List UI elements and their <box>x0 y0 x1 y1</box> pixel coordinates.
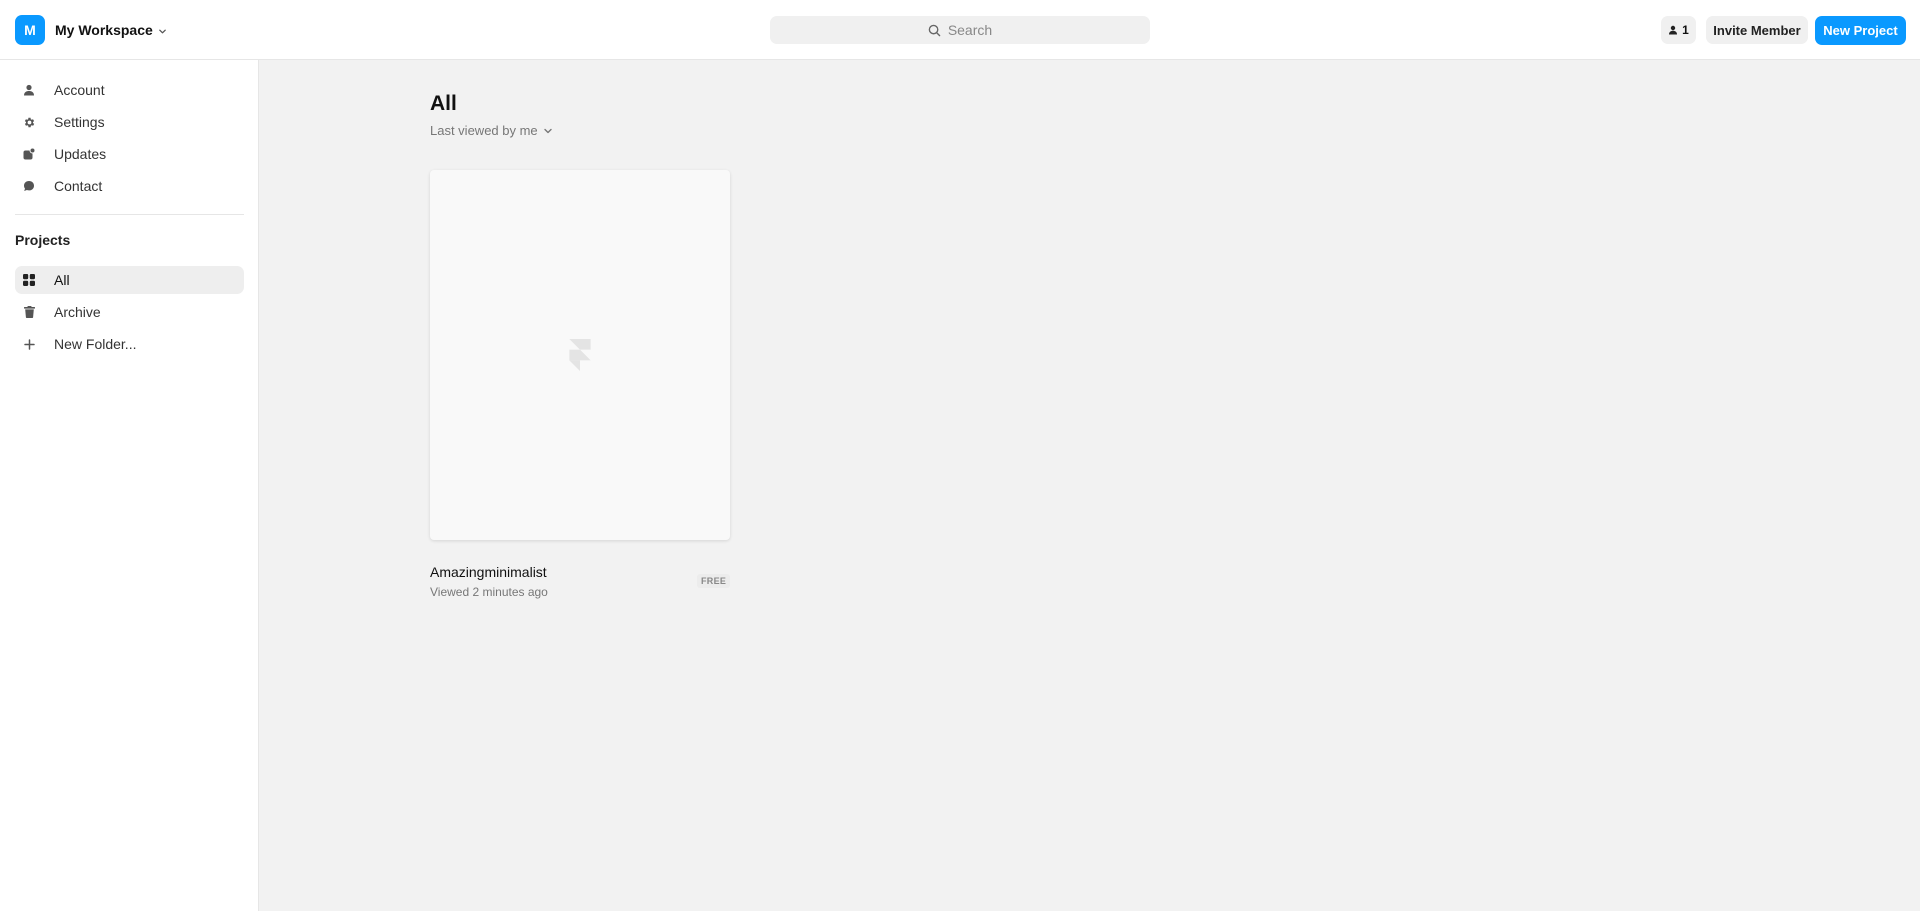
sidebar-item-updates[interactable]: Updates <box>15 140 244 168</box>
sidebar-item-settings[interactable]: Settings <box>15 108 244 136</box>
plus-icon <box>22 337 36 351</box>
member-count: 1 <box>1682 23 1689 37</box>
sidebar-item-label: Archive <box>54 304 101 320</box>
workspace-name: My Workspace <box>55 22 153 38</box>
chevron-down-icon <box>543 128 552 133</box>
search-icon <box>928 24 941 36</box>
projects-section-title: Projects <box>15 232 71 248</box>
updates-icon <box>22 147 36 161</box>
sidebar-item-contact[interactable]: Contact <box>15 172 244 200</box>
gear-icon <box>22 115 36 129</box>
sidebar-item-all[interactable]: All <box>15 266 244 294</box>
project-name[interactable]: Amazingminimalist <box>430 564 547 580</box>
new-project-button[interactable]: New Project <box>1815 16 1906 45</box>
sidebar-item-archive[interactable]: Archive <box>15 298 244 326</box>
search-input[interactable]: Search <box>770 16 1150 44</box>
sidebar-item-label: Updates <box>54 146 107 162</box>
invite-member-button[interactable]: Invite Member <box>1706 16 1808 44</box>
sidebar-item-label: All <box>54 272 70 288</box>
sort-dropdown[interactable]: Last viewed by me <box>430 123 553 138</box>
sidebar-divider <box>15 214 244 215</box>
project-card-thumbnail[interactable] <box>430 170 730 540</box>
workspace-avatar[interactable]: M <box>15 15 45 45</box>
chat-bubble-icon <box>22 179 36 193</box>
user-icon <box>1669 25 1678 35</box>
search-placeholder: Search <box>947 22 993 38</box>
trash-icon <box>22 305 36 319</box>
sidebar-item-label: Account <box>54 82 105 98</box>
framer-logo-icon <box>569 339 591 371</box>
sidebar-item-new-folder[interactable]: New Folder... <box>15 330 244 358</box>
sidebar-item-label: New Folder... <box>54 336 137 352</box>
sidebar-item-label: Contact <box>54 178 103 194</box>
page-title: All <box>430 92 457 115</box>
members-button[interactable]: 1 <box>1661 16 1696 44</box>
sidebar: Account Settings Updates Contact Project… <box>0 60 259 911</box>
project-last-viewed: Viewed 2 minutes ago <box>430 585 548 599</box>
workspace-switcher[interactable]: My Workspace <box>55 15 167 45</box>
sidebar-item-label: Settings <box>54 114 105 130</box>
sidebar-item-account[interactable]: Account <box>15 76 244 104</box>
user-icon <box>22 83 36 97</box>
chevron-down-icon <box>158 29 166 33</box>
grid-icon <box>22 273 36 287</box>
top-bar: M My Workspace Search 1 Invite Member Ne… <box>0 0 1920 60</box>
sort-label: Last viewed by me <box>430 123 538 138</box>
plan-badge: FREE <box>697 574 731 588</box>
